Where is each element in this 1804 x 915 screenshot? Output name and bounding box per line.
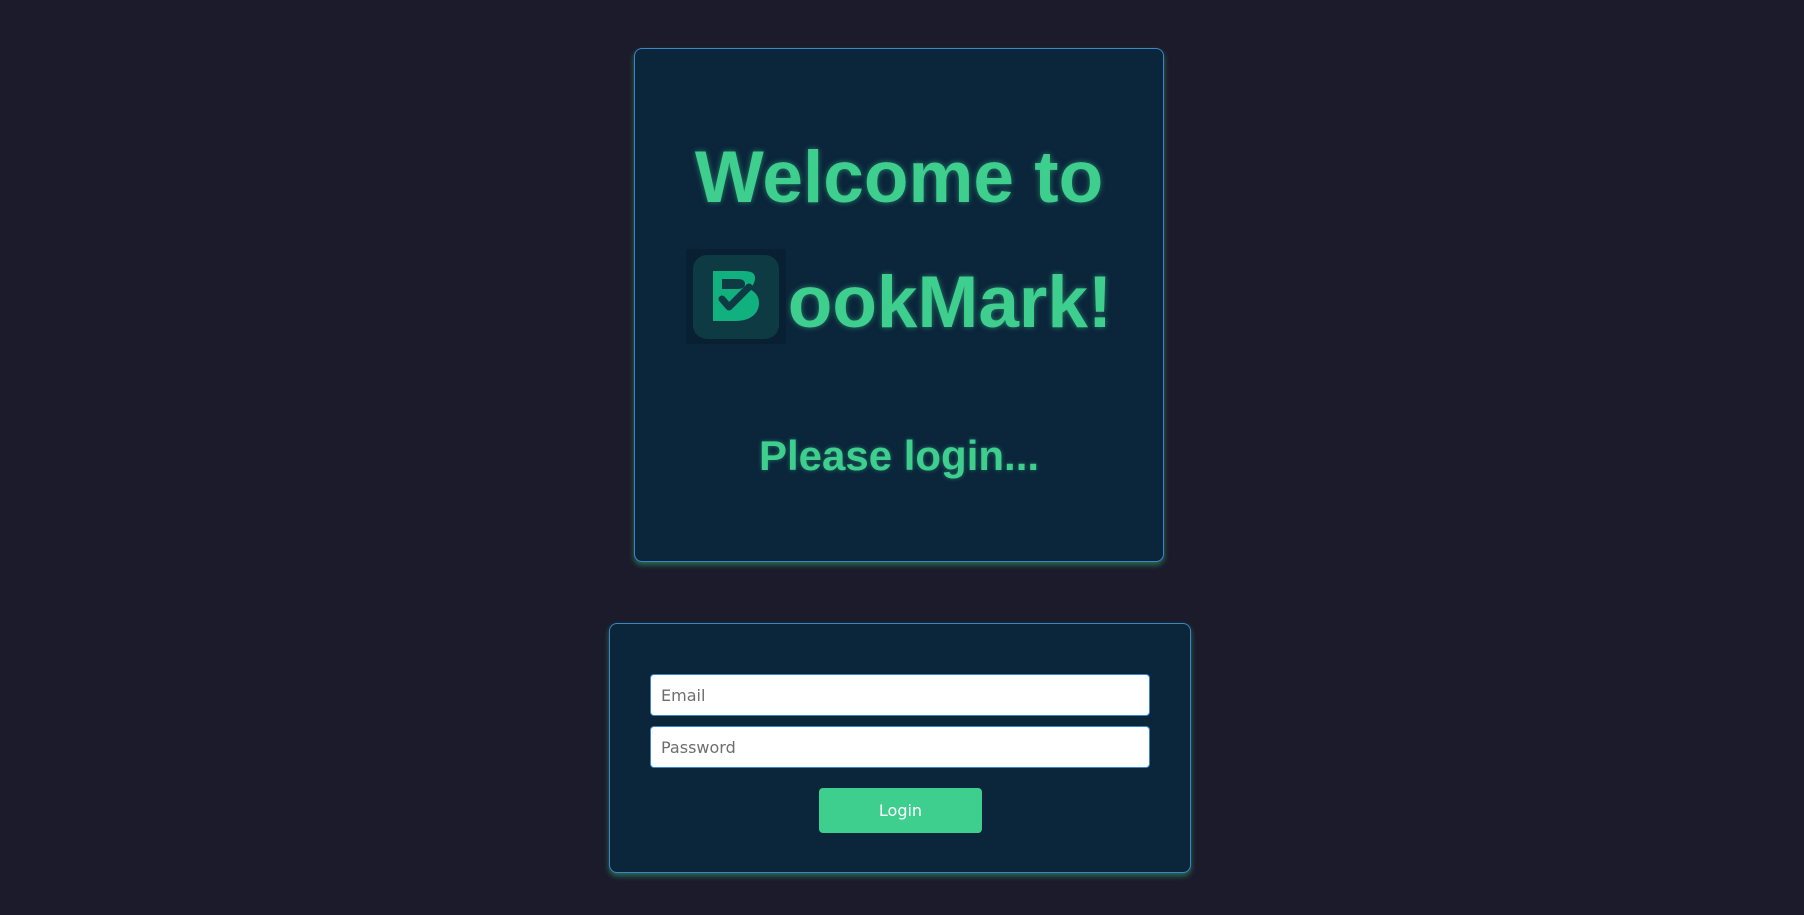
brand-name: ookMark! [787,262,1113,343]
password-field[interactable] [650,726,1150,768]
login-prompt: Please login... [758,432,1040,479]
email-field[interactable] [650,674,1150,716]
welcome-heading: Welcome to [694,137,1104,218]
login-button[interactable]: Login [819,788,982,833]
welcome-card: Welcome to ookMark! Please login... [634,48,1164,562]
b-check-icon [712,270,759,321]
login-form: Login [609,623,1191,873]
login-page: Welcome to ookMark! Please login... Logi… [0,0,1804,915]
bookmark-logo-icon [685,249,786,344]
brand-heading: ookMark! [635,249,1163,344]
